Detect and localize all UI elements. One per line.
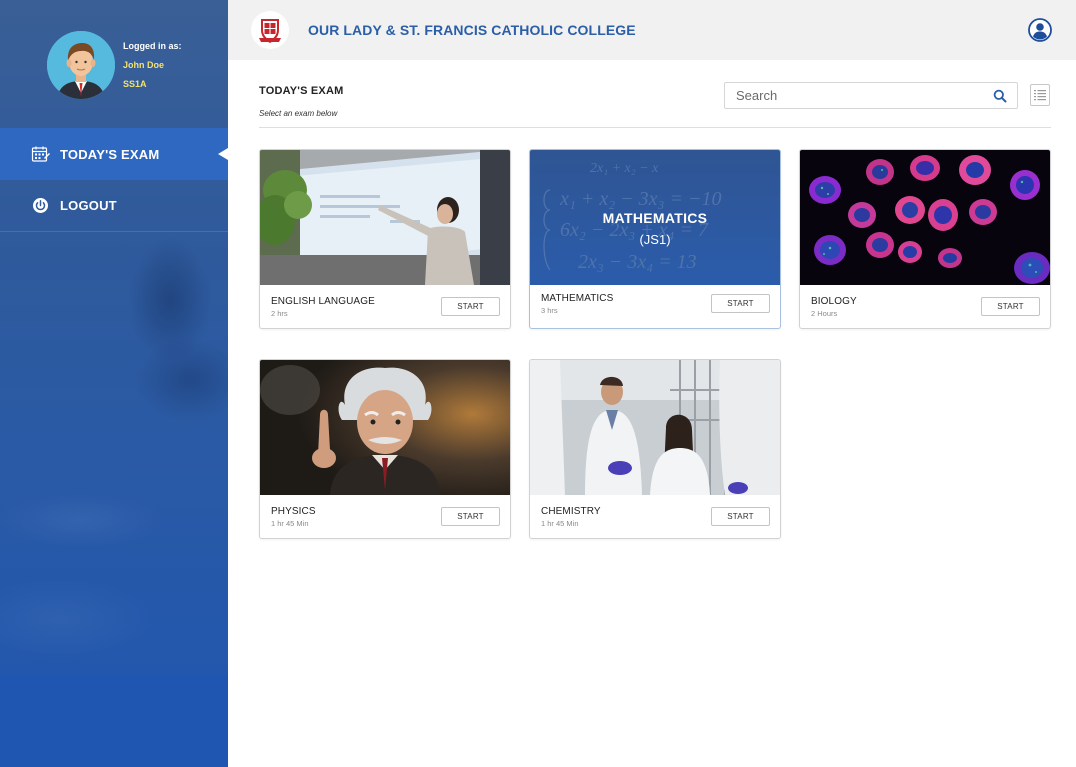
exam-card-chemistry[interactable]: CHEMISTRY 1 hr 45 Min START [529,359,781,539]
svg-text:2x₃ − 3x₄ = 13: 2x₃ − 3x₄ = 13 [578,251,697,273]
exam-subject: MATHEMATICS [541,293,614,304]
sidebar-item-todays-exam[interactable]: TODAY'S EXAM [0,128,228,180]
exam-duration: 1 hr 45 Min [541,519,579,528]
exam-duration: 2 Hours [811,309,838,318]
user-profile-icon[interactable] [1028,18,1052,42]
svg-text:x₁ + x₂ − 3x₃ = −10: x₁ + x₂ − 3x₃ = −10 [559,188,721,210]
math-overlay-title: MATHEMATICS [602,210,708,226]
user-class: SS1A [123,79,147,89]
active-indicator [218,148,228,160]
school-crest-icon [251,11,289,49]
exam-card-biology[interactable]: BIOLOGY 2 Hours START [799,149,1051,329]
math-overlay-subtitle: (JS1) [639,232,671,247]
exam-card-mathematics[interactable]: 2x₁ + x₂ − x x₁ + x₂ − 3x₃ = −10 6x₂ − 2… [529,149,781,329]
sidebar-item-logout[interactable]: LOGOUT [0,180,228,232]
sidebar-bottom-band [0,675,228,767]
school-name: OUR LADY & ST. FRANCIS CATHOLIC COLLEGE [308,22,636,38]
classroom-presentation-image [260,150,510,285]
lab-scientists-image [530,360,780,495]
exam-duration: 2 hrs [271,309,288,318]
exam-subject: CHEMISTRY [541,506,601,517]
start-exam-button[interactable]: START [711,294,770,313]
start-exam-button[interactable]: START [711,507,770,526]
einstein-figurine-image [260,360,510,495]
search-icon[interactable] [993,89,1007,103]
exam-card-english[interactable]: ENGLISH LANGUAGE 2 hrs START [259,149,511,329]
svg-text:2x₁ + x₂ − x: 2x₁ + x₂ − x [590,161,659,176]
exam-duration: 3 hrs [541,306,558,315]
user-profile: Logged in as: John Doe SS1A [47,31,217,101]
cells-microscopy-image [800,150,1050,285]
top-header: OUR LADY & ST. FRANCIS CATHOLIC COLLEGE [228,0,1076,60]
start-exam-button[interactable]: START [441,297,500,316]
calendar-icon [31,145,50,164]
exam-subject: ENGLISH LANGUAGE [271,296,375,307]
list-view-icon[interactable] [1030,84,1050,106]
exam-duration: 1 hr 45 Min [271,519,309,528]
power-icon [31,196,50,215]
user-name: John Doe [123,60,165,70]
sidebar: Logged in as: John Doe SS1A TODAY'S EXAM [0,0,228,767]
page-title: TODAY'S EXAM [259,85,344,97]
start-exam-button[interactable]: START [441,507,500,526]
math-equations-image: 2x₁ + x₂ − x x₁ + x₂ − 3x₃ = −10 6x₂ − 2… [530,150,780,285]
avatar [47,31,115,99]
exam-subject: BIOLOGY [811,296,857,307]
search-box [724,82,1018,109]
logged-in-label: Logged in as: [123,41,182,51]
sidebar-item-label: LOGOUT [60,198,117,213]
sidebar-item-label: TODAY'S EXAM [60,146,160,162]
exam-subject: PHYSICS [271,506,316,517]
search-input[interactable] [725,83,985,108]
exam-card-physics[interactable]: PHYSICS 1 hr 45 Min START [259,359,511,539]
page-subtitle: Select an exam below [259,109,338,118]
divider [259,127,1051,128]
start-exam-button[interactable]: START [981,297,1040,316]
